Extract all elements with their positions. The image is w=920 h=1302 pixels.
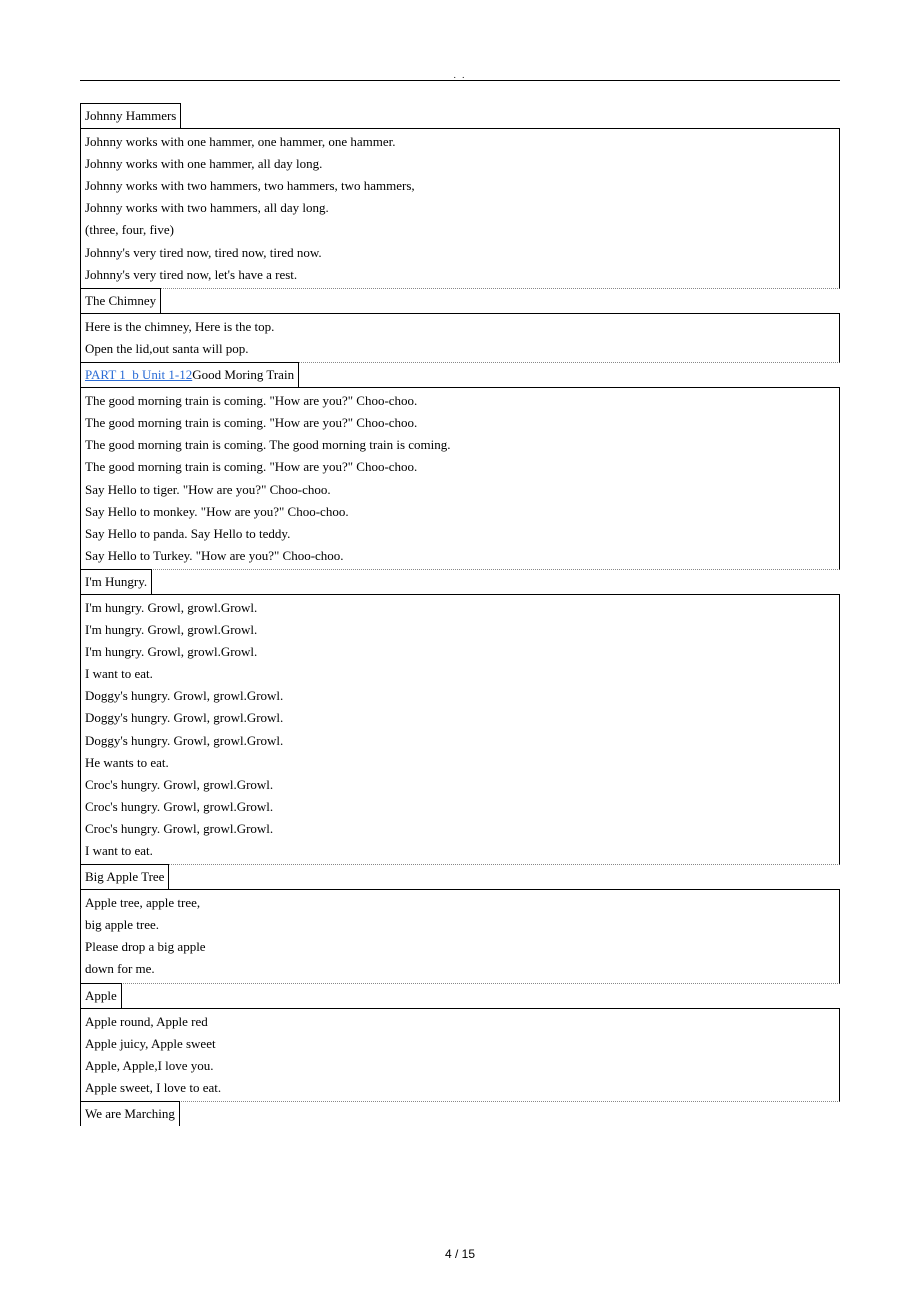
section-body: I'm hungry. Growl, growl.Growl. I'm hung… [80, 594, 840, 865]
lyric-line: Please drop a big apple [85, 936, 835, 958]
lyric-line: I want to eat. [85, 663, 835, 685]
section-body: Johnny works with one hammer, one hammer… [80, 128, 840, 289]
section-title-suffix: Good Moring Train [192, 367, 294, 382]
lyric-line: The good morning train is coming. "How a… [85, 456, 835, 478]
lyric-line: Doggy's hungry. Growl, growl.Growl. [85, 707, 835, 729]
lyric-line: down for me. [85, 958, 835, 980]
lyric-line: Say Hello to tiger. "How are you?" Choo-… [85, 479, 835, 501]
lyric-line: He wants to eat. [85, 752, 835, 774]
lyric-line: Croc's hungry. Growl, growl.Growl. [85, 818, 835, 840]
lyric-line: Here is the chimney, Here is the top. [85, 316, 835, 338]
lyric-line: Open the lid,out santa will pop. [85, 338, 835, 360]
lyric-line: Apple tree, apple tree, [85, 892, 835, 914]
lyric-line: The good morning train is coming. The go… [85, 434, 835, 456]
lyric-line: Johnny works with one hammer, all day lo… [85, 153, 835, 175]
lyric-line: big apple tree. [85, 914, 835, 936]
lyric-line: Doggy's hungry. Growl, growl.Growl. [85, 685, 835, 707]
page-number: 4 / 15 [0, 1244, 920, 1264]
section-title: Apple [80, 983, 122, 1008]
lyric-line: Doggy's hungry. Growl, growl.Growl. [85, 730, 835, 752]
lyric-line: Apple round, Apple red [85, 1011, 835, 1033]
lyric-line: Say Hello to Turkey. "How are you?" Choo… [85, 545, 835, 567]
lyric-line: Apple juicy, Apple sweet [85, 1033, 835, 1055]
section-title: I'm Hungry. [80, 569, 152, 594]
section-title: The Chimney [80, 288, 161, 313]
lyric-line: I'm hungry. Growl, growl.Growl. [85, 597, 835, 619]
lyric-line: Johnny works with two hammers, two hamme… [85, 175, 835, 197]
lyric-line: Johnny's very tired now, let's have a re… [85, 264, 835, 286]
lyric-line: I'm hungry. Growl, growl.Growl. [85, 641, 835, 663]
lyric-line: I'm hungry. Growl, growl.Growl. [85, 619, 835, 641]
lyric-line: Johnny works with two hammers, all day l… [85, 197, 835, 219]
part-link[interactable]: PART 1_b Unit 1-12 [85, 367, 192, 382]
page-header-rule: . . [80, 70, 840, 84]
lyric-line: Apple sweet, I love to eat. [85, 1077, 835, 1099]
lyric-line: (three, four, five) [85, 219, 835, 241]
section-body: Apple round, Apple red Apple juicy, Appl… [80, 1008, 840, 1102]
section-body: Here is the chimney, Here is the top. Op… [80, 313, 840, 363]
section-title: Johnny Hammers [80, 103, 181, 128]
lyric-line: Apple, Apple,I love you. [85, 1055, 835, 1077]
header-line [80, 80, 840, 81]
section-title: Big Apple Tree [80, 864, 169, 889]
lyric-line: Say Hello to panda. Say Hello to teddy. [85, 523, 835, 545]
section-title: We are Marching [80, 1101, 180, 1126]
document-content: Johnny Hammers Johnny works with one ham… [80, 104, 840, 1126]
lyric-line: Say Hello to monkey. "How are you?" Choo… [85, 501, 835, 523]
document-page: . . Johnny Hammers Johnny works with one… [0, 0, 920, 1302]
lyric-line: Johnny's very tired now, tired now, tire… [85, 242, 835, 264]
header-dots: . . [454, 68, 467, 83]
lyric-line: Croc's hungry. Growl, growl.Growl. [85, 796, 835, 818]
lyric-line: I want to eat. [85, 840, 835, 862]
lyric-line: The good morning train is coming. "How a… [85, 390, 835, 412]
lyric-line: The good morning train is coming. "How a… [85, 412, 835, 434]
section-body: Apple tree, apple tree, big apple tree. … [80, 889, 840, 983]
lyric-line: Johnny works with one hammer, one hammer… [85, 131, 835, 153]
section-title: PART 1_b Unit 1-12Good Moring Train [80, 362, 299, 387]
section-body: The good morning train is coming. "How a… [80, 387, 840, 570]
lyric-line: Croc's hungry. Growl, growl.Growl. [85, 774, 835, 796]
